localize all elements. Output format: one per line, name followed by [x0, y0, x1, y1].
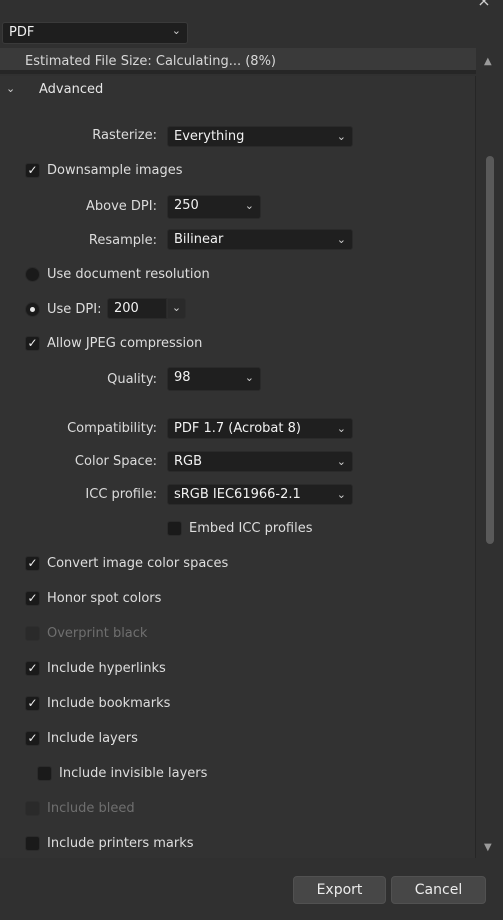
rasterize-select[interactable]: Everything ⌄ [167, 126, 353, 147]
icc-profile-label: ICC profile: [85, 487, 157, 502]
include-layers-label: Include layers [47, 731, 138, 746]
compatibility-label: Compatibility: [67, 421, 157, 436]
format-value: PDF [9, 25, 35, 40]
color-space-select[interactable]: RGB ⌄ [167, 451, 353, 472]
chevron-down-icon: ⌄ [244, 199, 254, 212]
rasterize-label: Rasterize: [92, 128, 157, 143]
file-size-bar: Estimated File Size: Calculating... (8%) [0, 48, 476, 74]
include-bleed-checkbox [25, 801, 40, 816]
chevron-down-icon: ⌄ [336, 455, 346, 468]
include-layers-checkbox[interactable]: ✓ [25, 731, 40, 746]
chevron-down-icon: ⌄ [336, 488, 346, 501]
compatibility-value: PDF 1.7 (Acrobat 8) [174, 421, 301, 436]
use-document-resolution-radio[interactable] [25, 267, 40, 282]
honor-spot-colors-checkbox[interactable]: ✓ [25, 591, 40, 606]
chevron-down-icon: ⌄ [336, 233, 346, 246]
chevron-down-icon: ⌄ [336, 130, 346, 143]
color-space-value: RGB [174, 454, 203, 469]
format-select[interactable]: PDF ⌄ [2, 22, 188, 44]
quality-label: Quality: [107, 372, 157, 387]
downsample-label: Downsample images [47, 163, 183, 178]
embed-icc-checkbox[interactable] [167, 521, 182, 536]
chevron-down-icon: ⌄ [244, 371, 254, 384]
icc-profile-value: sRGB IEC61966-2.1 [174, 487, 301, 502]
include-bookmarks-checkbox[interactable]: ✓ [25, 696, 40, 711]
rasterize-value: Everything [174, 129, 245, 144]
advanced-title: Advanced [39, 82, 104, 97]
honor-spot-colors-label: Honor spot colors [47, 591, 162, 606]
chevron-down-icon: ⌄ [336, 422, 346, 435]
use-document-resolution-label: Use document resolution [47, 267, 210, 282]
jpeg-compression-checkbox[interactable]: ✓ [25, 336, 40, 351]
include-printers-marks-label: Include printers marks [47, 836, 194, 851]
resample-value: Bilinear [174, 232, 224, 247]
include-bookmarks-label: Include bookmarks [47, 696, 171, 711]
scroll-thumb[interactable] [486, 156, 494, 544]
file-size-text: Estimated File Size: Calculating... (8%) [25, 54, 277, 69]
cancel-button[interactable]: Cancel [391, 876, 486, 904]
above-dpi-select[interactable]: 250 ⌄ [167, 195, 261, 219]
downsample-checkbox[interactable]: ✓ [25, 163, 40, 178]
icc-profile-select[interactable]: sRGB IEC61966-2.1 ⌄ [167, 484, 353, 505]
quality-value: 98 [174, 370, 191, 385]
include-bleed-label: Include bleed [47, 801, 135, 816]
use-dpi-radio[interactable] [25, 302, 40, 317]
advanced-panel: ⌄ Advanced Rasterize: Everything ⌄ ✓ Dow… [0, 76, 476, 858]
use-dpi-dropdown-button[interactable]: ⌄ [167, 298, 186, 319]
overprint-black-label: Overprint black [47, 626, 148, 641]
include-hyperlinks-checkbox[interactable]: ✓ [25, 661, 40, 676]
export-button[interactable]: Export [293, 876, 386, 904]
above-dpi-label: Above DPI: [86, 199, 157, 214]
compatibility-select[interactable]: PDF 1.7 (Acrobat 8) ⌄ [167, 418, 353, 439]
advanced-section-header[interactable]: ⌄ Advanced [0, 76, 475, 102]
include-invisible-layers-label: Include invisible layers [59, 766, 208, 781]
quality-select[interactable]: 98 ⌄ [167, 367, 261, 391]
convert-image-color-spaces-label: Convert image color spaces [47, 556, 229, 571]
chevron-down-icon: ⌄ [171, 24, 181, 37]
collapse-chevron-icon: ⌄ [6, 82, 16, 95]
use-dpi-input[interactable]: 200 [107, 298, 167, 319]
include-invisible-layers-checkbox[interactable] [37, 766, 52, 781]
overprint-black-checkbox [25, 626, 40, 641]
scroll-up-arrow-icon[interactable]: ▲ [484, 56, 492, 67]
include-hyperlinks-label: Include hyperlinks [47, 661, 166, 676]
embed-icc-label: Embed ICC profiles [189, 521, 313, 536]
jpeg-compression-label: Allow JPEG compression [47, 336, 203, 351]
above-dpi-value: 250 [174, 198, 199, 213]
use-dpi-label: Use DPI: [47, 302, 102, 317]
color-space-label: Color Space: [74, 454, 157, 469]
resample-label: Resample: [88, 233, 157, 248]
scrollbar[interactable]: ▲ ▼ [480, 52, 498, 858]
scroll-down-arrow-icon[interactable]: ▼ [484, 842, 492, 853]
convert-image-color-spaces-checkbox[interactable]: ✓ [25, 556, 40, 571]
close-icon[interactable]: × [474, 0, 494, 9]
include-printers-marks-checkbox[interactable] [25, 836, 40, 851]
resample-select[interactable]: Bilinear ⌄ [167, 229, 353, 250]
